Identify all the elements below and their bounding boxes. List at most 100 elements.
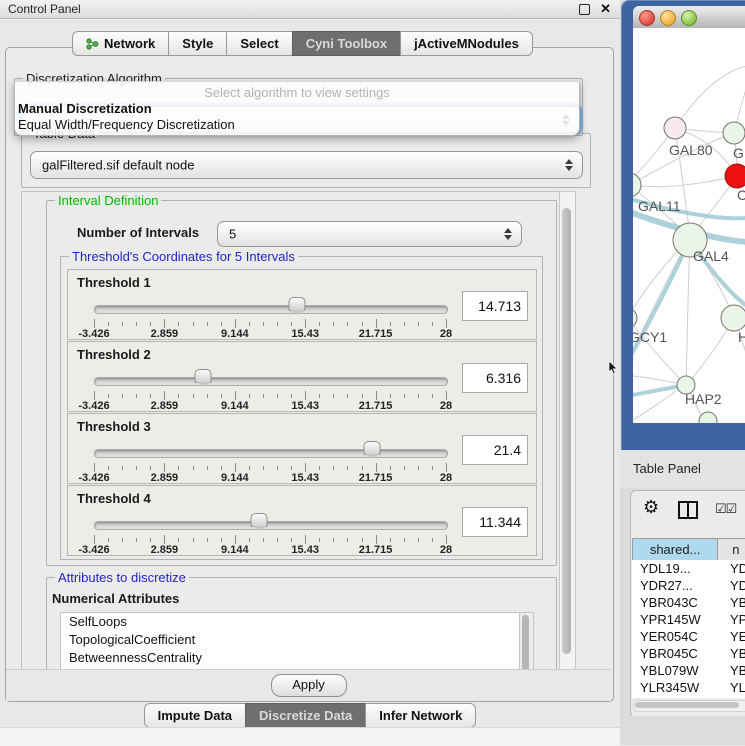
threshold-label: Threshold 2 [77, 347, 151, 362]
tab-select[interactable]: Select [226, 31, 292, 56]
scrollbar-thumb[interactable] [562, 208, 571, 654]
table-row[interactable]: YBR045CYBR0 [632, 645, 745, 662]
threshold-2-slider[interactable]: -3.4262.8599.14415.4321.71528 [94, 366, 446, 410]
table-row[interactable]: YLR345WYLR3 [632, 679, 745, 696]
network-graph: GAL80 G GAL11 C GAL4 GCY1 H HAP2 [633, 28, 745, 423]
node-g[interactable] [723, 122, 745, 144]
threshold-4-value-field[interactable] [462, 507, 528, 537]
network-view-window: GAL80 G GAL11 C GAL4 GCY1 H HAP2 [621, 0, 745, 450]
slider-handle[interactable] [195, 369, 212, 383]
node-gcy1[interactable] [633, 308, 637, 328]
table-data-group: Table Data galFiltered.sif default node [21, 133, 591, 188]
algorithm-option[interactable]: Equal Width/Frequency Discretization [17, 117, 577, 133]
table-row[interactable]: YER054CYER0 [632, 628, 745, 645]
algorithm-option[interactable]: Manual Discretization [17, 101, 577, 117]
scrollbar-thumb[interactable] [522, 615, 529, 671]
node-label: GCY1 [633, 329, 667, 345]
select-columns-icons[interactable]: ☑☑ [715, 501, 736, 517]
threshold-3-slider[interactable]: -3.4262.8599.14415.4321.71528 [94, 438, 446, 482]
slider-tick-labels: -3.4262.8599.14415.4321.71528 [94, 328, 446, 340]
algorithm-popup-options: Manual DiscretizationEqual Width/Frequen… [17, 101, 577, 133]
slider-handle[interactable] [251, 513, 268, 527]
table-row[interactable]: YPR145WYPR1 [632, 611, 745, 628]
network-window-titlebar [633, 6, 745, 29]
attribute-item[interactable]: SelfLoops [61, 613, 520, 631]
attribute-item[interactable]: BetweennessCentrality [61, 649, 520, 667]
numerical-attributes-list[interactable]: SelfLoopsTopologicalCoefficientBetweenne… [60, 612, 521, 671]
close-icon[interactable]: ✕ [600, 1, 611, 17]
slider-track[interactable] [94, 377, 448, 386]
tick-label: 2.859 [151, 400, 179, 412]
number-of-intervals-label: Number of Intervals [77, 225, 199, 240]
apply-button[interactable]: Apply [271, 674, 347, 697]
slider-track[interactable] [94, 305, 448, 314]
node-label: C [737, 187, 745, 203]
threshold-4-slider[interactable]: -3.4262.8599.14415.4321.71528 [94, 510, 446, 554]
tick-label: 2.859 [151, 472, 179, 484]
node-label: H [738, 329, 745, 345]
table-row[interactable]: YBR043CYBR0 [632, 594, 745, 611]
table-data-combobox[interactable]: galFiltered.sif default node [30, 151, 583, 179]
bottom-tab-bar: Impute Data Discretize Data Infer Networ… [0, 703, 620, 728]
slider-handle[interactable] [364, 441, 381, 455]
apply-strip: Apply [6, 669, 611, 701]
node-red-selected[interactable] [725, 164, 745, 188]
cyni-toolbox-panel: Discretization Algorithm Select algorith… [5, 47, 614, 702]
tab-cyni-toolbox[interactable]: Cyni Toolbox [292, 31, 401, 56]
table-horizontal-scrollbar[interactable] [633, 700, 745, 712]
slider-tick-labels: -3.4262.8599.14415.4321.71528 [94, 400, 446, 412]
slider-track[interactable] [94, 449, 448, 458]
attributes-scrollbar[interactable] [519, 612, 534, 671]
slider-ticks [94, 391, 446, 400]
mac-zoom-button[interactable] [681, 10, 697, 26]
settings-vertical-scrollbar[interactable] [559, 191, 576, 671]
table-rows: YDL19...YDL1YDR27...YDR2YBR043CYBR0YPR14… [632, 560, 745, 698]
network-canvas[interactable]: GAL80 G GAL11 C GAL4 GCY1 H HAP2 [633, 28, 745, 423]
slider-track[interactable] [94, 521, 448, 530]
top-tab-bar: Network Style Select Cyni Toolbox jActiv… [72, 31, 533, 56]
table-panel: ⚙ ☑☑ shared... n YDL19...YDL1YDR27...YDR… [630, 490, 745, 718]
mac-minimize-button[interactable] [660, 10, 676, 26]
tick-label: 28 [440, 472, 452, 484]
tab-impute-data[interactable]: Impute Data [144, 703, 246, 728]
tick-label: 28 [440, 328, 452, 340]
table-row[interactable]: YBL079WYBL0 [632, 662, 745, 679]
number-of-intervals-combobox[interactable]: 5 [217, 221, 522, 247]
tab-infer-network[interactable]: Infer Network [365, 703, 476, 728]
tick-label: 21.715 [359, 328, 393, 340]
float-window-icon[interactable] [579, 4, 590, 15]
threshold-label: Threshold 3 [77, 419, 151, 434]
table-row[interactable]: YDL19...YDL1 [632, 560, 745, 577]
threshold-2-value-field[interactable] [462, 363, 528, 393]
tab-label: Style [182, 32, 213, 55]
tab-style[interactable]: Style [168, 31, 227, 56]
node-gal80[interactable] [664, 117, 686, 139]
threshold-1-slider[interactable]: -3.4262.8599.14415.4321.71528 [94, 294, 446, 338]
threshold-1-value-field[interactable] [462, 291, 528, 321]
split-columns-icon[interactable] [678, 501, 698, 519]
column-header-shared-name[interactable]: shared... [632, 538, 718, 562]
column-header-name[interactable]: n [718, 538, 745, 562]
node-label: G [733, 145, 744, 161]
interval-definition-group: Interval Definition Number of Intervals … [46, 200, 557, 566]
gear-icon[interactable]: ⚙ [643, 497, 659, 518]
tab-jactivemnodules[interactable]: jActiveMNodules [400, 31, 533, 56]
node-label: HAP2 [685, 391, 722, 407]
attribute-item[interactable]: TopologicalCoefficient [61, 631, 520, 649]
combo-stepper-icon [504, 228, 512, 240]
node-partial[interactable] [699, 412, 717, 423]
threshold-3-value-field[interactable] [462, 435, 528, 465]
mac-close-button[interactable] [639, 10, 655, 26]
scrollbar-thumb[interactable] [635, 702, 739, 708]
table-row[interactable]: YIL052CYIL0 [632, 696, 745, 698]
table-row[interactable]: YDR27...YDR2 [632, 577, 745, 594]
node-h[interactable] [721, 305, 745, 331]
tab-network[interactable]: Network [72, 31, 169, 56]
tick-label: -3.426 [78, 472, 109, 484]
slider-handle[interactable] [289, 297, 306, 311]
thresholds-group: Threshold's Coordinates for 5 Intervals … [60, 256, 543, 560]
threshold-1-panel: Threshold 1 -3.4262.8599.14415.4321.7152… [67, 269, 537, 340]
mouse-cursor [608, 361, 619, 376]
tab-discretize-data[interactable]: Discretize Data [245, 703, 366, 728]
tick-label: 15.43 [291, 472, 319, 484]
